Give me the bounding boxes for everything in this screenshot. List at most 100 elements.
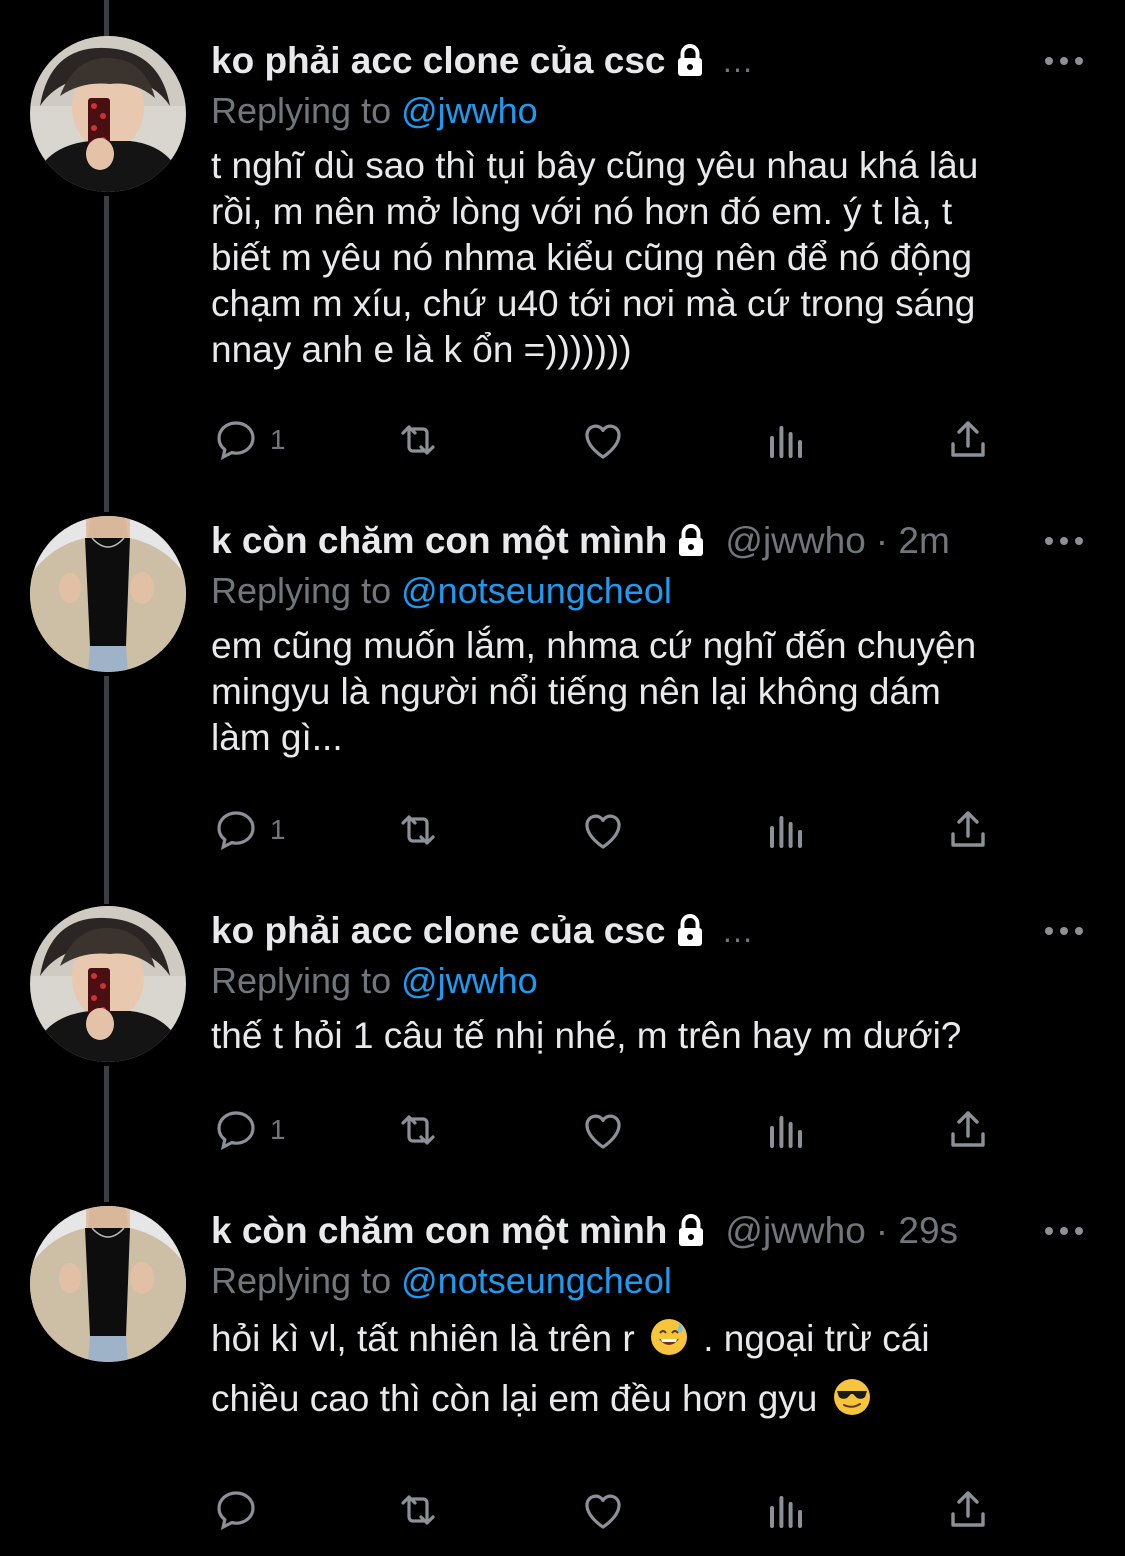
retweet-button[interactable] [394, 1102, 442, 1158]
retweet-button[interactable] [394, 802, 442, 858]
username-handle[interactable]: @jwwho [725, 520, 865, 562]
replying-to: Replying to @notseungcheol [211, 1257, 1085, 1305]
tweet-actions [0, 1482, 1125, 1542]
reply-count: 1 [270, 814, 286, 845]
sunglasses-emoji-icon [833, 1379, 870, 1415]
truncated-ellipsis: … [721, 912, 754, 949]
tweet-text: em cũng muốn lắm, nhma cứ nghĩ đến chuyệ… [211, 623, 1085, 761]
thread-line [104, 676, 109, 904]
tweet-text-line: rồi, m nên mở lòng với nó hơn đó em. ý t… [211, 191, 953, 232]
retweet-icon [401, 1495, 435, 1525]
replying-to-handle[interactable]: @jwwho [401, 960, 538, 1001]
tweet-text-line: mingyu là người nổi tiếng nên lại không … [211, 671, 941, 712]
share-button[interactable] [944, 412, 992, 468]
tweet-text-line: làm gì... [211, 717, 343, 758]
like-button[interactable] [579, 1102, 627, 1158]
tweet-text-line: chiều cao thì còn lại em đều hơn gyu [211, 1378, 818, 1419]
replying-to-label: Replying to [211, 960, 392, 1001]
analytics-icon [770, 1496, 802, 1528]
tweet-actions: 1 [0, 1102, 1125, 1162]
lock-icon [679, 1214, 704, 1246]
like-icon [585, 1114, 621, 1149]
timestamp[interactable]: · 2m [876, 520, 950, 562]
tweet-actions: 1 [0, 802, 1125, 862]
username-handle[interactable]: @jwwho [725, 1210, 865, 1252]
analytics-icon [770, 426, 802, 458]
like-button[interactable] [579, 1482, 627, 1538]
more-dots-icon[interactable] [1045, 906, 1085, 956]
avatar[interactable] [30, 1206, 186, 1362]
replying-to: Replying to @jwwho [211, 957, 1085, 1005]
replying-to-handle[interactable]: @notseungcheol [401, 570, 672, 611]
analytics-button[interactable] [762, 1102, 810, 1158]
share-icon [951, 811, 985, 847]
tweet-text-line: biết m yêu nó nhma kiểu cũng nên để nó đ… [211, 237, 973, 278]
share-icon [951, 1491, 985, 1527]
timestamp[interactable]: · 29s [876, 1210, 958, 1252]
avatar[interactable] [30, 906, 186, 1062]
analytics-button[interactable] [762, 412, 810, 468]
replying-to-label: Replying to [211, 570, 392, 611]
reply-icon [217, 811, 255, 850]
like-icon [585, 424, 621, 459]
like-button[interactable] [579, 412, 627, 468]
reply-button[interactable]: 1 [212, 412, 286, 468]
truncated-ellipsis: … [721, 42, 754, 79]
replying-to: Replying to @notseungcheol [211, 567, 1085, 615]
lock-icon [679, 524, 704, 556]
lock-icon [677, 44, 702, 76]
reply-icon [217, 421, 255, 460]
reply-button[interactable] [212, 1482, 270, 1538]
lock-icon [677, 914, 702, 946]
share-icon [951, 421, 985, 457]
share-button[interactable] [944, 802, 992, 858]
like-button[interactable] [579, 802, 627, 858]
analytics-button[interactable] [762, 802, 810, 858]
like-icon [585, 814, 621, 849]
more-dots-icon[interactable] [1045, 36, 1085, 86]
avatar[interactable] [30, 516, 186, 672]
replying-to: Replying to @jwwho [211, 87, 1085, 135]
retweet-button[interactable] [394, 412, 442, 468]
tweet-text-line: chạm m xíu, chứ u40 tới nơi mà cứ trong … [211, 283, 976, 324]
display-name[interactable]: ko phải acc clone của csc [211, 40, 666, 82]
reply-icon [217, 1491, 255, 1530]
display-name[interactable]: k còn chăm con một mình [211, 520, 667, 562]
analytics-icon [770, 1116, 802, 1148]
tweet-text-line: hỏi kì vl, tất nhiên là trên r [211, 1318, 635, 1359]
replying-to-label: Replying to [211, 1260, 392, 1301]
reply-button[interactable]: 1 [212, 802, 286, 858]
replying-to-label: Replying to [211, 90, 392, 131]
display-name[interactable]: ko phải acc clone của csc [211, 910, 666, 952]
tweet-text-line: thế t hỏi 1 câu tế nhị nhé, m trên hay m… [211, 1015, 962, 1056]
replying-to-handle[interactable]: @notseungcheol [401, 1260, 672, 1301]
reply-button[interactable]: 1 [212, 1102, 286, 1158]
reply-count: 1 [270, 1114, 286, 1145]
sweat-smile-emoji-icon [650, 1319, 687, 1355]
reply-count: 1 [270, 424, 286, 455]
analytics-button[interactable] [762, 1482, 810, 1538]
tweet-actions: 1 [0, 412, 1125, 472]
analytics-icon [770, 816, 802, 848]
retweet-button[interactable] [394, 1482, 442, 1538]
retweet-icon [401, 815, 435, 845]
avatar[interactable] [30, 36, 186, 192]
tweet-text: thế t hỏi 1 câu tế nhị nhé, m trên hay m… [211, 1013, 1085, 1059]
tweet-text-line: . ngoại trừ cái [703, 1318, 930, 1359]
more-dots-icon[interactable] [1045, 516, 1085, 566]
tweet-text-line: em cũng muốn lắm, nhma cứ nghĩ đến chuyệ… [211, 625, 977, 666]
tweet-text-line: nnay anh e là k ổn =))))))) [211, 329, 632, 370]
display-name[interactable]: k còn chăm con một mình [211, 1210, 667, 1252]
share-button[interactable] [944, 1102, 992, 1158]
thread-line [104, 0, 109, 36]
share-button[interactable] [944, 1482, 992, 1538]
replying-to-handle[interactable]: @jwwho [401, 90, 538, 131]
tweet-text-line: t nghĩ dù sao thì tụi bây cũng yêu nhau … [211, 145, 979, 186]
share-icon [951, 1111, 985, 1147]
more-dots-icon[interactable] [1045, 1206, 1085, 1256]
like-icon [585, 1494, 621, 1529]
retweet-icon [401, 425, 435, 455]
tweet-text: hỏi kì vl, tất nhiên là trên r . ngoại t… [211, 1309, 1085, 1429]
reply-icon [217, 1111, 255, 1150]
tweet-text: t nghĩ dù sao thì tụi bây cũng yêu nhau … [211, 143, 1085, 373]
